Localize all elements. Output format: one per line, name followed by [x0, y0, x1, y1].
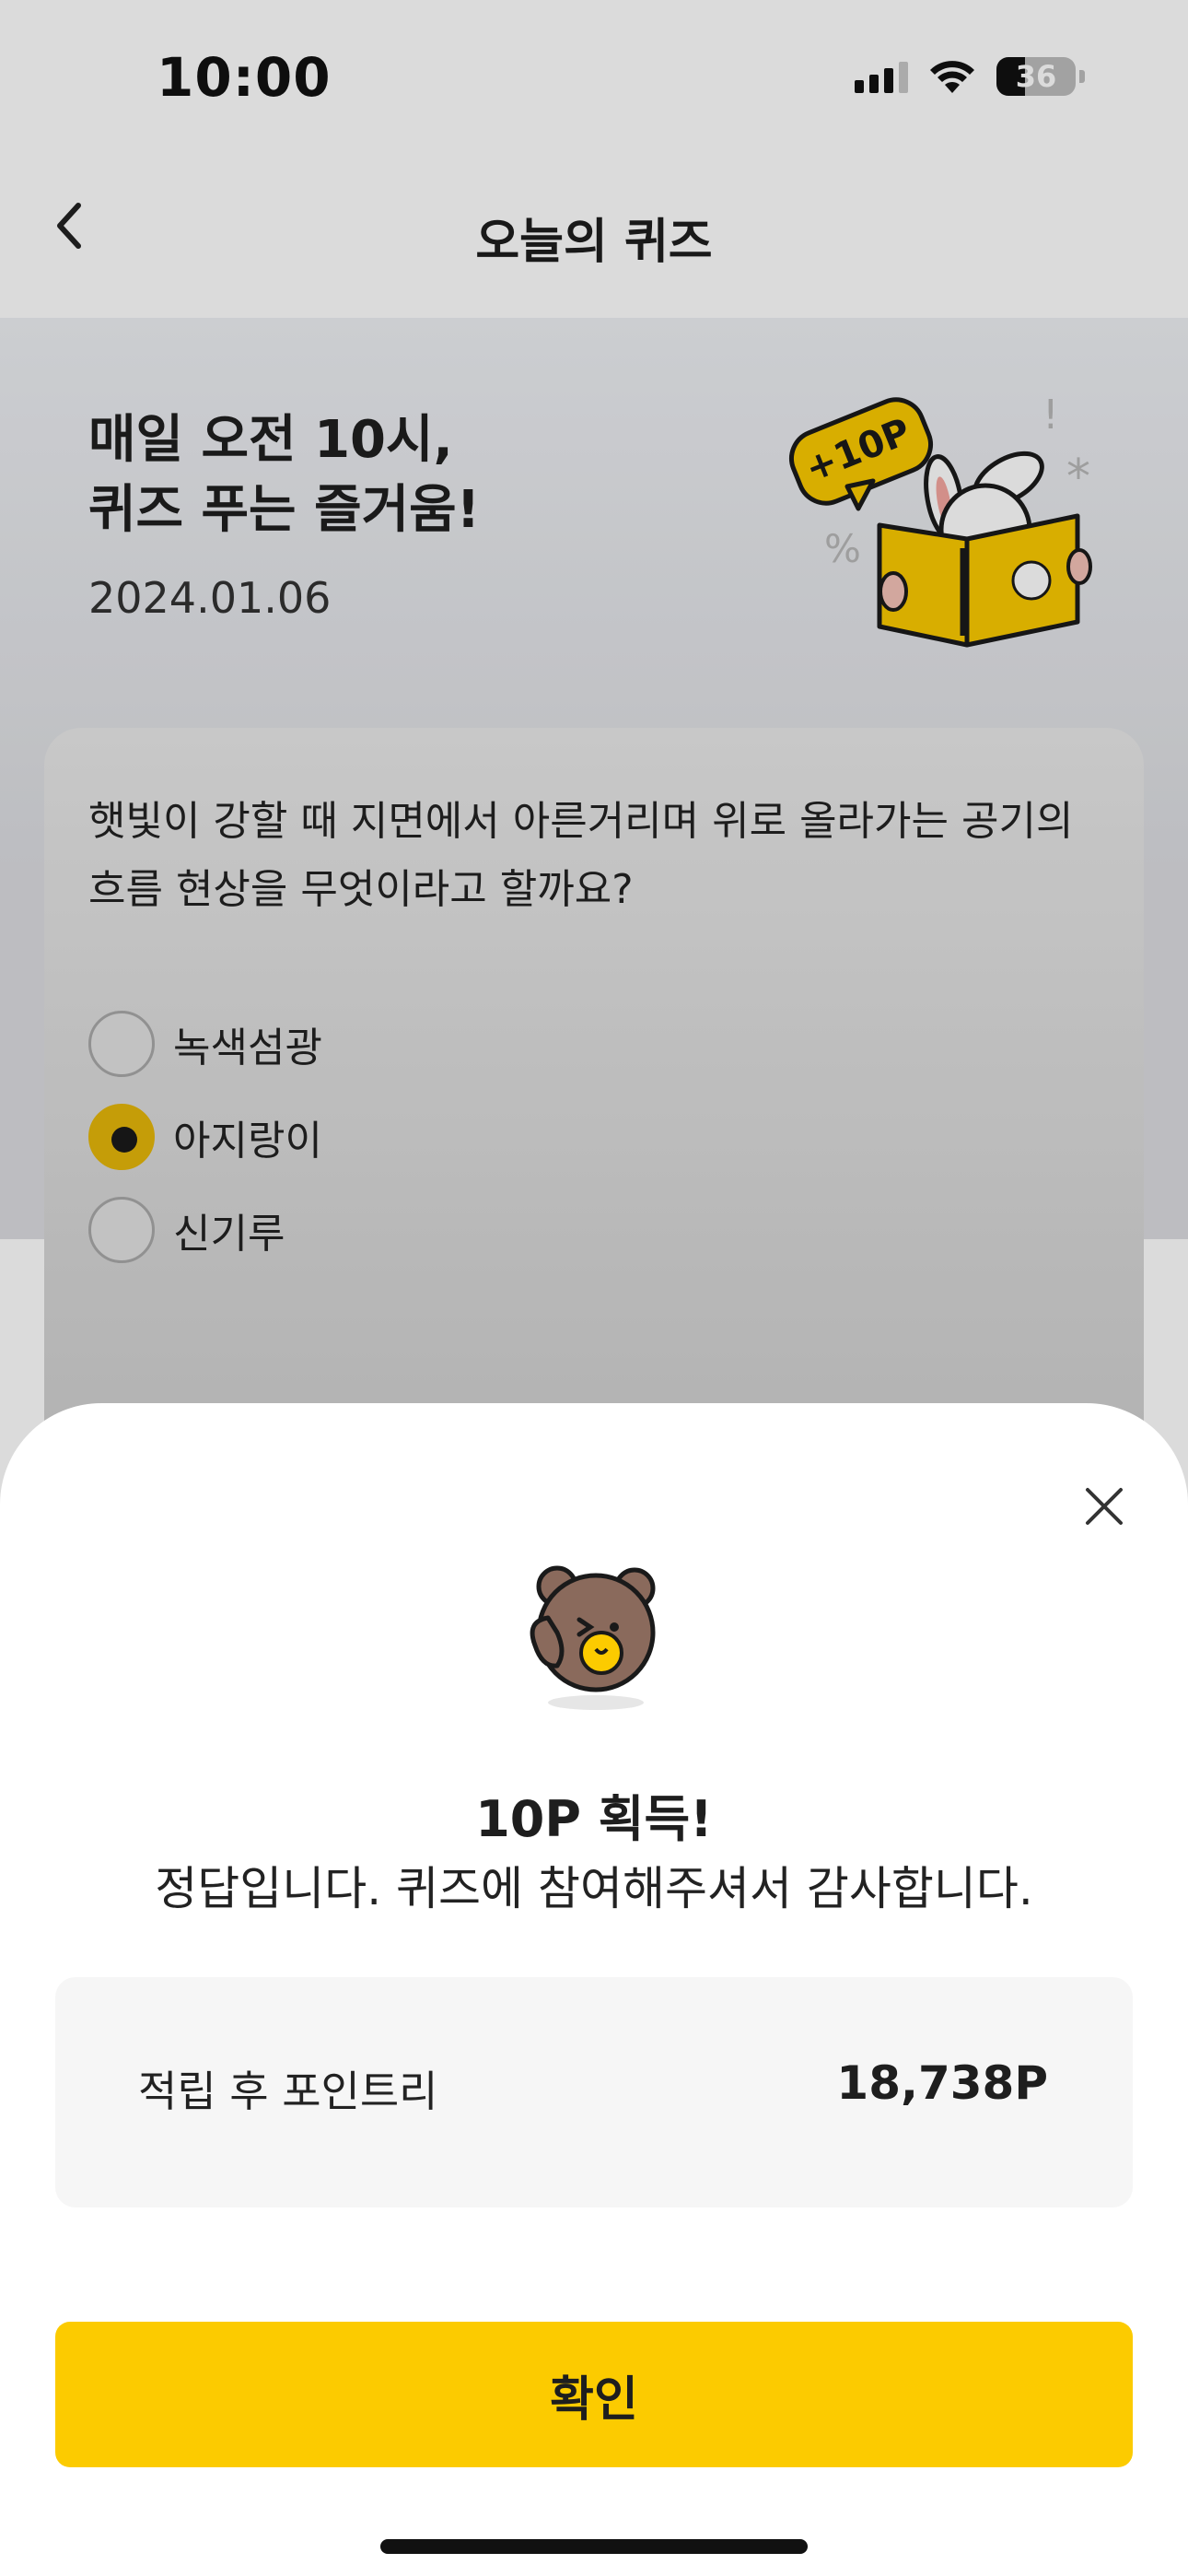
points-label: 적립 후 포인트리 — [138, 2067, 438, 2116]
reward-title: 10P 획득! — [475, 1790, 713, 1848]
thumbs-up-bear-icon — [530, 1565, 656, 1710]
reward-message: 정답입니다. 퀴즈에 참여해주셔서 감사합니다. — [155, 1862, 1033, 1915]
close-button[interactable] — [1072, 1474, 1136, 1539]
close-icon — [1086, 1488, 1123, 1525]
app-screen: 10:00 36 오늘의 퀴즈 매일 오전 10시, 퀴즈 푸는 즐거움! 20… — [0, 0, 1188, 2576]
points-value: 18,738P — [836, 2056, 1048, 2110]
home-indicator[interactable] — [380, 2539, 808, 2554]
confirm-button[interactable]: 확인 — [55, 2322, 1133, 2467]
